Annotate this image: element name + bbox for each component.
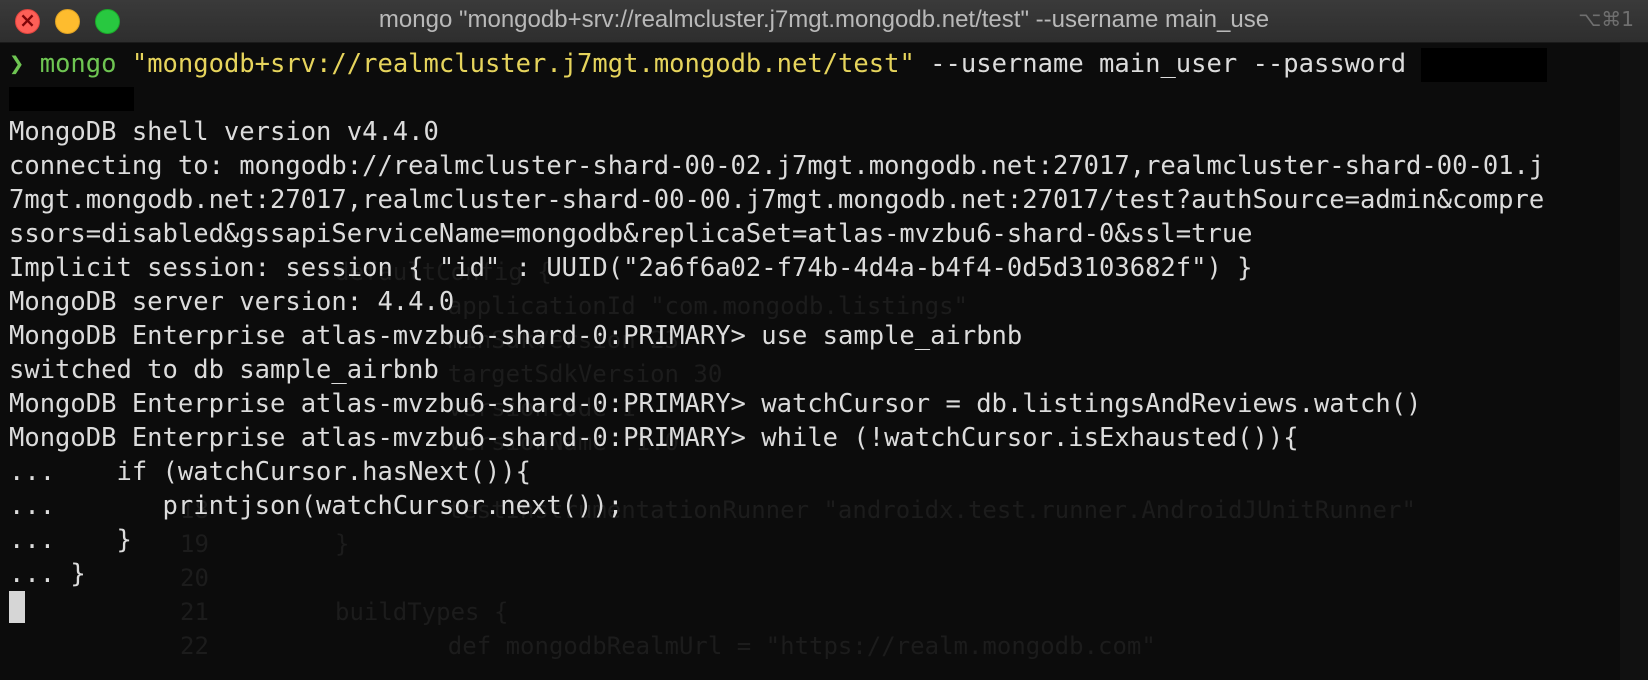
output-line: switched to db sample_airbnb bbox=[9, 355, 439, 385]
prompt-chevron-icon: ❯ bbox=[9, 49, 25, 79]
cursor-line bbox=[9, 591, 1547, 625]
redacted-text bbox=[9, 87, 134, 111]
redacted-line bbox=[9, 81, 1547, 115]
redacted-password bbox=[1421, 48, 1548, 82]
command-uri: "mongodb+srv://realmcluster.j7mgt.mongod… bbox=[131, 49, 915, 79]
ghost-line-number: 22 bbox=[180, 632, 209, 660]
title-bar[interactable]: mongo "mongodb+srv://realmcluster.j7mgt.… bbox=[0, 0, 1648, 43]
output-line: MongoDB server version: 4.4.0 bbox=[9, 287, 455, 317]
output-line: 7mgt.mongodb.net:27017,realmcluster-shar… bbox=[9, 185, 1545, 215]
output-line: ssors=disabled&gssapiServiceName=mongodb… bbox=[9, 219, 1253, 249]
terminal-output: ❯ mongo "mongodb+srv://realmcluster.j7mg… bbox=[9, 47, 1548, 625]
window-title: mongo "mongodb+srv://realmcluster.j7mgt.… bbox=[378, 6, 1270, 33]
output-line: MongoDB Enterprise atlas-mvzbu6-shard-0:… bbox=[9, 389, 1422, 419]
command-line: ❯ mongo "mongodb+srv://realmcluster.j7mg… bbox=[9, 47, 1548, 82]
output-line: MongoDB Enterprise atlas-mvzbu6-shard-0:… bbox=[9, 321, 1023, 351]
output-line: ... if (watchCursor.hasNext()){ bbox=[9, 457, 531, 487]
window-shortcut: ⌥⌘1 bbox=[1578, 7, 1634, 31]
output-line: Implicit session: session { "id" : UUID(… bbox=[9, 253, 1253, 283]
terminal-window: defaultConfig { applicationId "com.mongo… bbox=[0, 0, 1648, 680]
command-program: mongo bbox=[39, 49, 117, 79]
output-line: ... printjson(watchCursor.next()); bbox=[9, 491, 624, 521]
output-line: ... } bbox=[9, 525, 132, 555]
text-cursor bbox=[9, 591, 25, 623]
scrollbar-track[interactable] bbox=[1620, 43, 1648, 680]
output-line: connecting to: mongodb://realmcluster-sh… bbox=[9, 151, 1545, 181]
output-line: MongoDB Enterprise atlas-mvzbu6-shard-0:… bbox=[9, 423, 1299, 453]
output-line: ... } bbox=[9, 559, 86, 589]
output-line: MongoDB shell version v4.4.0 bbox=[9, 117, 439, 147]
terminal-content[interactable]: defaultConfig { applicationId "com.mongo… bbox=[0, 43, 1620, 680]
ghost-line: def mongodbRealmUrl = "https://realm.mon… bbox=[390, 632, 1156, 660]
command-args: --username main_user --password bbox=[930, 49, 1407, 79]
